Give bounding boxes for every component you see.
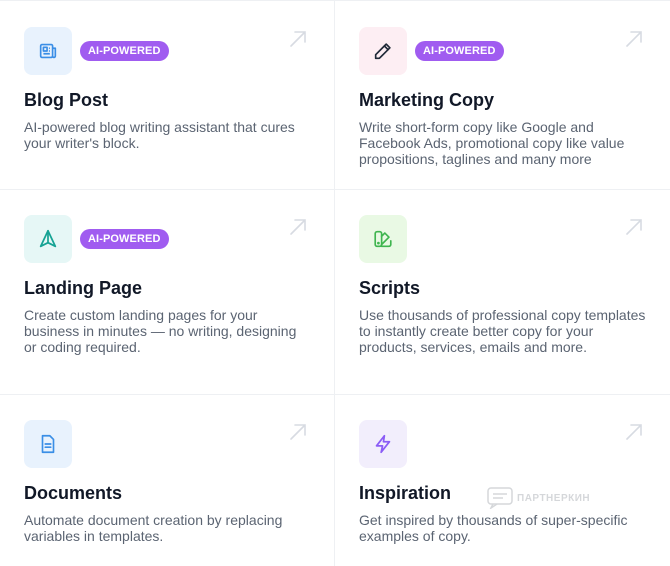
card-scripts[interactable]: Scripts Use thousands of professional co… [335, 190, 670, 395]
card-inspiration[interactable]: Inspiration Get inspired by thousands of… [335, 395, 670, 566]
newspaper-icon [39, 43, 57, 59]
card-marketing-copy[interactable]: AI-POWERED Marketing Copy Write short-fo… [335, 0, 670, 190]
card-description: Use thousands of professional copy templ… [359, 307, 646, 355]
documents-icon-box [24, 420, 72, 468]
arrow-up-right-icon[interactable] [288, 217, 308, 237]
ai-powered-badge: AI-POWERED [80, 229, 169, 249]
scripts-icon-box [359, 215, 407, 263]
card-title: Documents [24, 483, 123, 503]
card-title: Marketing Copy [359, 90, 495, 110]
document-icon [41, 434, 55, 454]
card-description: Create custom landing pages for your bus… [24, 307, 297, 355]
card-description: Automate document creation by replacing … [24, 512, 283, 544]
card-landing-page[interactable]: AI-POWERED Landing Page Create custom la… [0, 190, 335, 395]
arrow-up-right-icon[interactable] [624, 422, 644, 442]
marketing-copy-icon-box [359, 27, 407, 75]
lightning-icon [375, 434, 391, 454]
card-title: Landing Page [24, 278, 143, 298]
card-title: Scripts [359, 278, 421, 298]
tools-grid: AI-POWERED Blog Post AI-powered blog wri… [0, 0, 670, 566]
inspiration-icon-box [359, 420, 407, 468]
ai-powered-badge: AI-POWERED [80, 41, 169, 61]
arrow-up-right-icon[interactable] [288, 422, 308, 442]
arrow-up-right-icon[interactable] [624, 29, 644, 49]
card-title: Inspiration [359, 483, 452, 503]
landing-page-icon-box [24, 215, 72, 263]
arrow-up-right-icon[interactable] [624, 217, 644, 237]
blog-post-icon-box [24, 27, 72, 75]
card-documents[interactable]: Documents Automate document creation by … [0, 395, 335, 566]
template-icon [374, 230, 392, 248]
ai-powered-badge: AI-POWERED [415, 41, 504, 61]
card-description: AI-powered blog writing assistant that c… [24, 119, 295, 151]
card-title: Blog Post [24, 90, 108, 110]
pencil-icon [374, 43, 391, 60]
card-blog-post[interactable]: AI-POWERED Blog Post AI-powered blog wri… [0, 0, 335, 190]
card-description: Get inspired by thousands of super-speci… [359, 512, 628, 544]
arrow-up-right-icon[interactable] [288, 29, 308, 49]
send-icon [39, 229, 57, 248]
card-description: Write short-form copy like Google and Fa… [359, 119, 625, 167]
